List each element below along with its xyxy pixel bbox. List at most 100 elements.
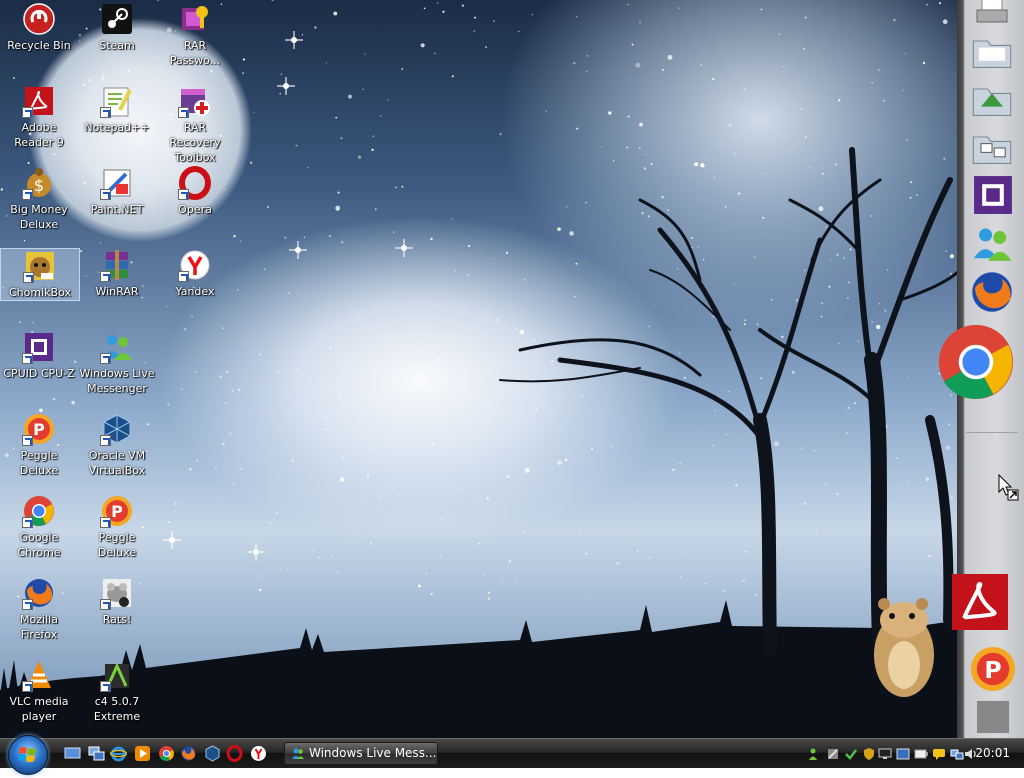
notepad-plus-plus-icon	[100, 84, 134, 118]
network-icon[interactable]	[950, 746, 964, 760]
dock-item-cpu-z-icon[interactable]	[970, 172, 1016, 218]
desktop-icon-big-money-deluxe[interactable]: $ Big Money Deluxe	[0, 166, 78, 232]
dock-item-firefox-icon[interactable]	[968, 268, 1016, 316]
desktop-icon-label: Google Chrome	[17, 531, 61, 559]
quick-launch-media-player[interactable]	[134, 745, 151, 762]
desktop-icon-rar-passwo[interactable]: RAR Passwo...	[156, 2, 234, 68]
desktop-icon-opera[interactable]: Opera	[156, 166, 234, 217]
printer-icon	[972, 0, 1012, 32]
shortcut-arrow-icon	[100, 517, 111, 528]
messenger-icon	[292, 748, 304, 759]
paint-net-icon	[100, 166, 134, 200]
shortcut-arrow-icon	[178, 107, 189, 118]
shortcut-arrow-icon	[100, 353, 111, 364]
display-icon[interactable]	[896, 746, 910, 760]
svg-text:P: P	[984, 656, 1001, 684]
desktop-icon-windows-live-messenger[interactable]: Windows Live Messenger	[78, 330, 156, 396]
desktop[interactable]: Recycle Bin Steam RAR Passwo... Adobe Reade…	[0, 0, 1024, 738]
desktop-icon-label: Notepad++	[84, 121, 150, 134]
big-money-deluxe-icon: $	[22, 166, 56, 200]
side-dock: P	[938, 0, 1024, 738]
shortcut-arrow-icon	[22, 681, 33, 692]
dock-item-folder-icon[interactable]	[970, 30, 1014, 74]
desktop-icon-label: RAR Recovery Toolbox	[169, 121, 221, 164]
opera-icon	[178, 166, 212, 200]
desktop-icon-paint-net[interactable]: Paint.NET	[78, 166, 156, 217]
desktop-icon-winrar[interactable]: WinRAR	[78, 248, 156, 299]
desktop-icon-vlc-media-player[interactable]: VLC media player	[0, 658, 78, 724]
antivirus-check-icon[interactable]	[844, 746, 858, 760]
quick-launch-internet-explorer[interactable]	[109, 745, 128, 762]
desktop-icon-oracle-vm-virtualbox[interactable]: Oracle VM VirtualBox	[78, 412, 156, 478]
desktop-icon-peggle-deluxe[interactable]: P Peggle Deluxe	[0, 412, 78, 478]
clock[interactable]: 20:01	[975, 739, 1010, 768]
shield-icon[interactable]	[862, 746, 876, 760]
yandex-icon	[178, 248, 212, 282]
switch-windows-icon	[88, 746, 105, 766]
recycle-bin-icon	[22, 2, 56, 36]
quick-launch-firefox[interactable]	[180, 745, 197, 762]
opera-icon	[226, 745, 243, 766]
dock-item-adobe-reader-icon[interactable]	[946, 568, 1014, 636]
dock-item-paint-icon[interactable]	[972, 696, 1014, 738]
quick-launch-virtualbox[interactable]	[204, 745, 221, 762]
folder-network-icon	[970, 126, 1014, 170]
shortcut-arrow-icon	[100, 681, 111, 692]
desktop-icon-label: WinRAR	[95, 285, 139, 298]
desktop-icon-steam[interactable]: Steam	[78, 2, 156, 53]
desktop-icon-yandex[interactable]: Yandex	[156, 248, 234, 299]
desktop-icon-google-chrome[interactable]: Google Chrome	[0, 494, 78, 560]
desktop-icon-c4-5-0-7-extreme[interactable]: c4 5.0.7 Extreme	[78, 658, 156, 724]
mouse-cursor-icon	[998, 474, 1019, 501]
shortcut-arrow-icon	[23, 272, 34, 283]
desktop-icon-rats[interactable]: Rats!	[78, 576, 156, 627]
svg-text:$: $	[34, 176, 44, 195]
desktop-icon-peggle-deluxe[interactable]: P Peggle Deluxe	[78, 494, 156, 560]
desktop-icon-label: ChomikBox	[9, 286, 71, 299]
shortcut-arrow-icon	[22, 189, 33, 200]
task-button-messenger[interactable]: Windows Live Mess...	[284, 742, 438, 765]
quick-launch-switch-windows[interactable]	[88, 745, 105, 762]
desktop-icon-label: Adobe Reader 9	[14, 121, 64, 149]
desktop-icon-cpuid-cpu-z[interactable]: CPUID CPU-Z	[0, 330, 78, 381]
windows-orb-icon	[18, 747, 36, 762]
monitor-icon[interactable]	[878, 746, 892, 760]
chat-icon[interactable]	[932, 746, 946, 760]
desktop-icon-chomikbox[interactable]: ChomikBox	[0, 248, 80, 301]
quick-launch-chrome[interactable]	[158, 745, 175, 762]
battery-icon[interactable]	[914, 746, 928, 760]
start-button[interactable]	[8, 735, 48, 775]
dock-item-messenger-icon[interactable]	[970, 222, 1014, 266]
dock-item-folder-green-icon[interactable]	[970, 78, 1014, 122]
adobe-reader-icon	[22, 84, 56, 118]
desktop-icon-label: Opera	[178, 203, 212, 216]
svg-text:P: P	[33, 420, 45, 439]
desktop-icon-label: Paint.NET	[90, 203, 144, 216]
shortcut-arrow-icon	[178, 271, 189, 282]
shortcut-arrow-icon	[100, 189, 111, 200]
firefox-icon	[968, 268, 1016, 316]
quick-launch-yandex[interactable]	[250, 745, 267, 762]
desktop-icon-mozilla-firefox[interactable]: Mozilla Firefox	[0, 576, 78, 642]
dock-item-peggle-icon[interactable]: P	[968, 644, 1018, 694]
quick-launch-show-desktop[interactable]	[64, 745, 81, 762]
taskbar: Windows Live Mess... 20:01	[0, 735, 1024, 775]
shortcut-arrow-icon	[22, 599, 33, 610]
desktop-icon-notepad[interactable]: Notepad++	[78, 84, 156, 135]
messenger-status-icon[interactable]	[808, 746, 822, 760]
quick-launch-opera[interactable]	[226, 745, 243, 762]
c4-extreme-icon	[100, 658, 134, 692]
show-desktop-icon	[64, 747, 81, 766]
network-tool-icon[interactable]	[826, 746, 840, 760]
desktop-icon-adobe-reader-9[interactable]: Adobe Reader 9	[0, 84, 78, 150]
desktop-icon-label: Recycle Bin	[7, 39, 71, 52]
dock-item-folder-network-icon[interactable]	[970, 126, 1014, 170]
desktop-icon-rar-recovery-toolbox[interactable]: RAR Recovery Toolbox	[156, 84, 234, 165]
virtualbox-icon	[204, 745, 221, 766]
shortcut-arrow-icon	[22, 435, 33, 446]
dock-item-chrome-icon[interactable]	[934, 320, 1018, 404]
peggle-icon: P	[968, 644, 1018, 694]
desktop-icon-recycle-bin[interactable]: Recycle Bin	[0, 2, 78, 53]
system-tray: 20:01	[806, 739, 1024, 769]
dock-item-printer-icon[interactable]	[972, 0, 1012, 32]
